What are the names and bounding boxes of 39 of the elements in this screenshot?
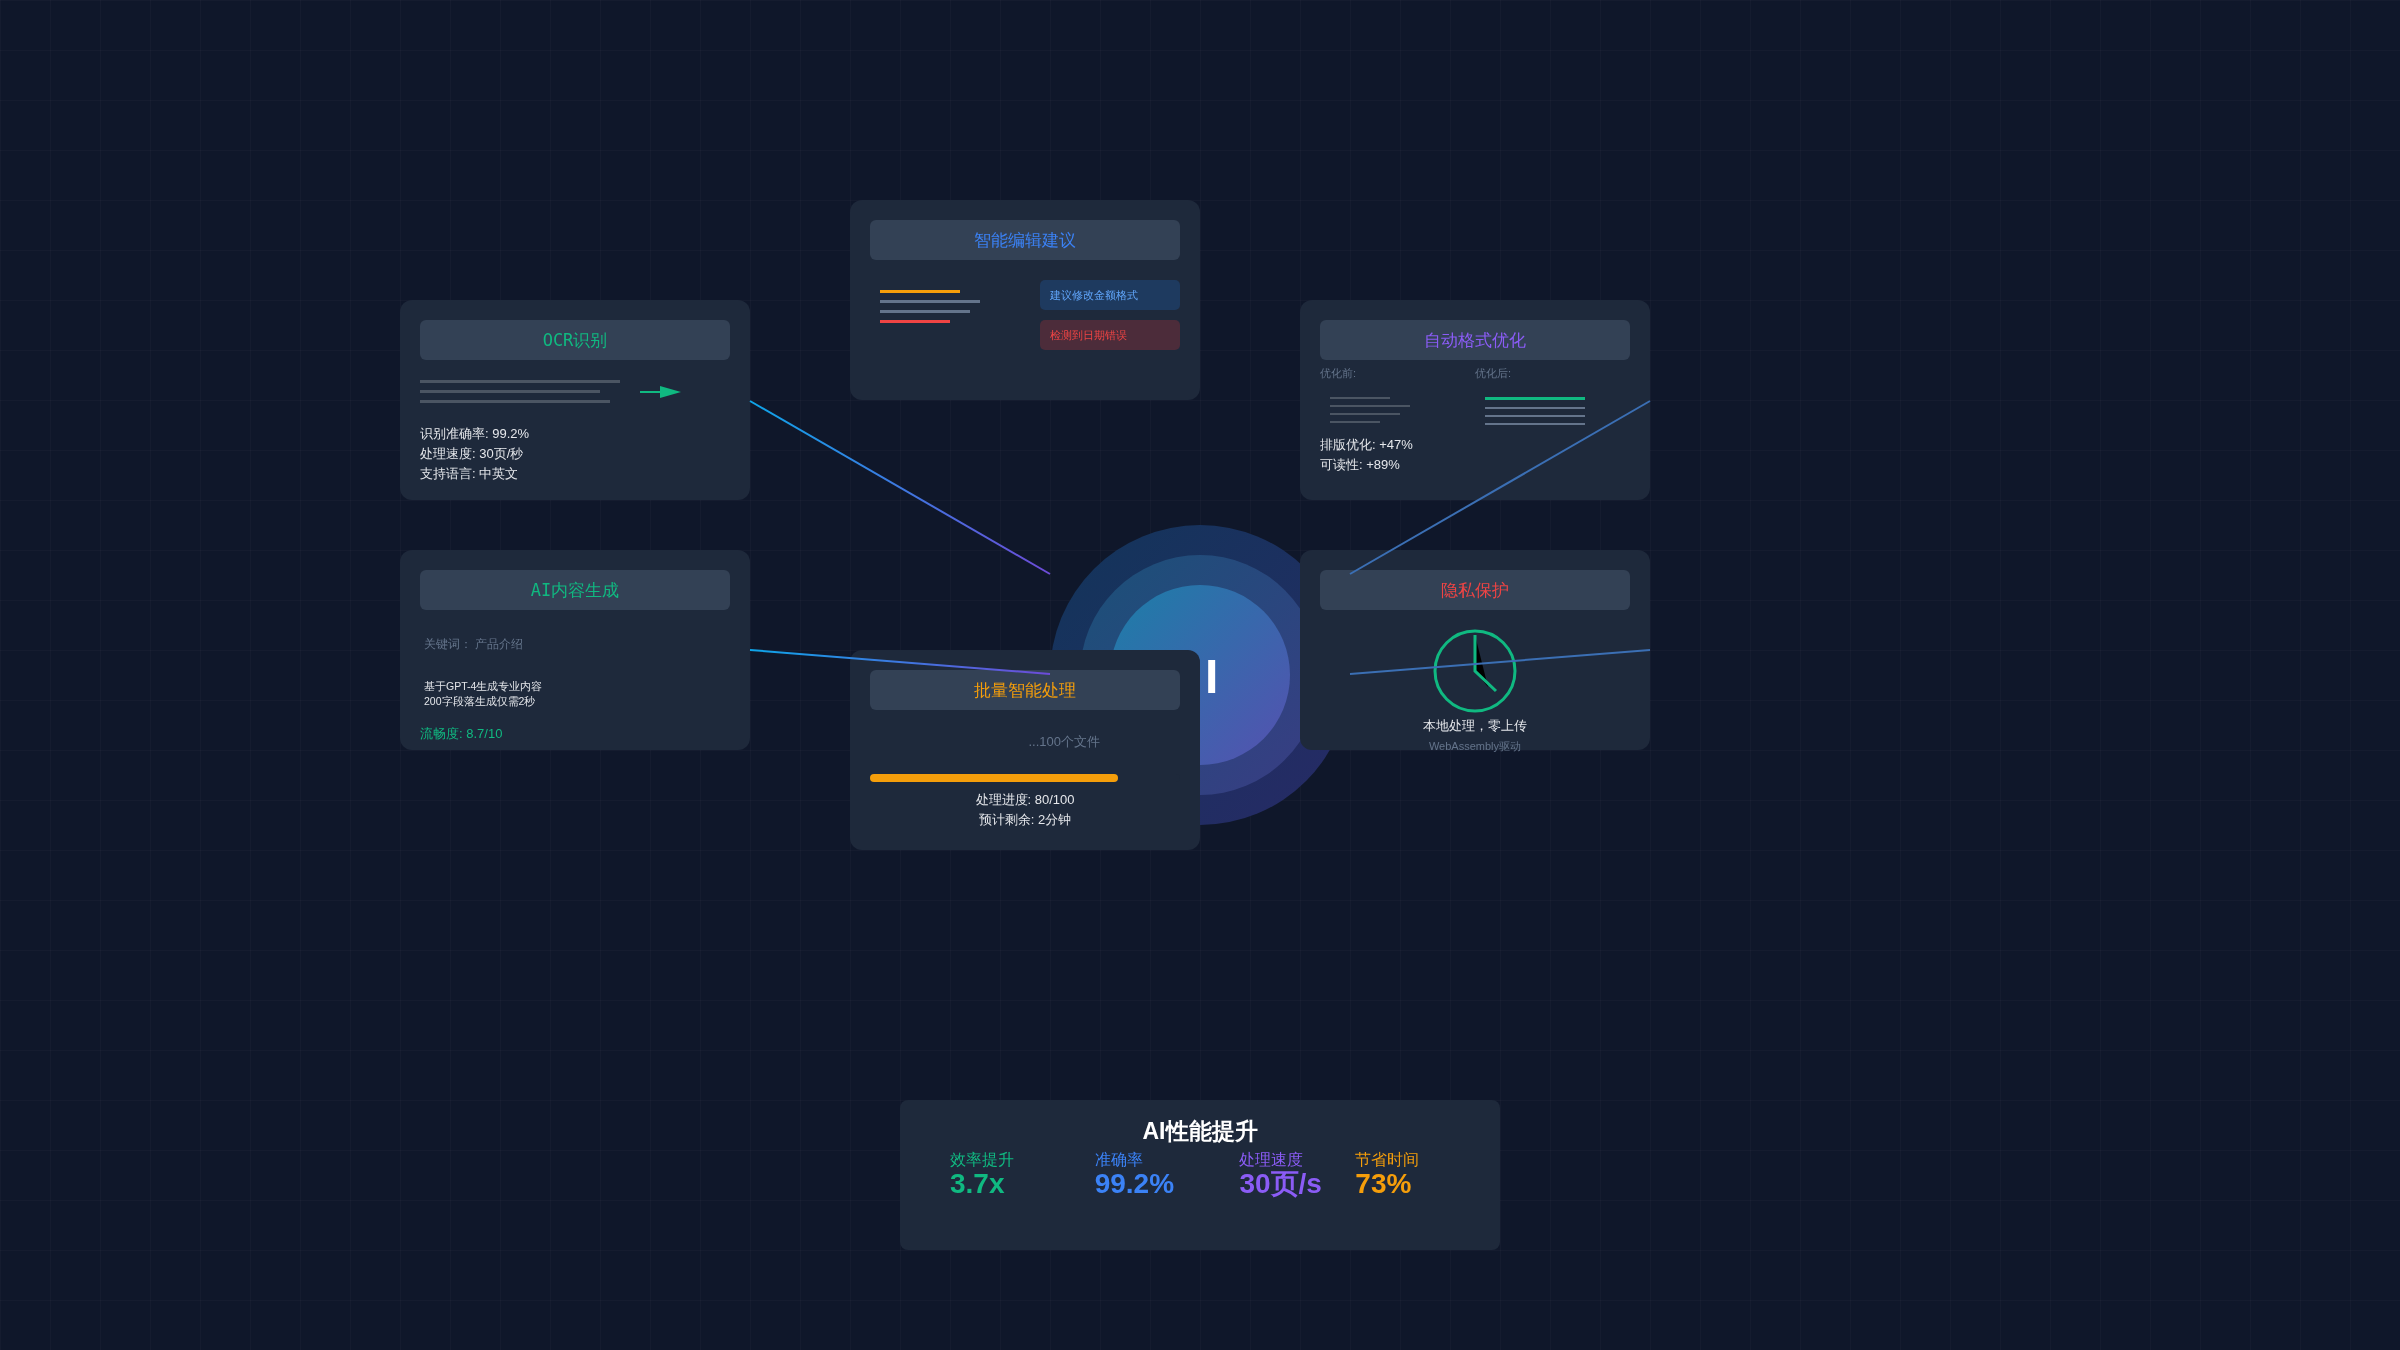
metric-label: 处理速度 xyxy=(1239,1151,1305,1169)
hub-label: I xyxy=(1205,649,1219,704)
metric-value: 3.7x xyxy=(950,1169,1006,1199)
card-title: 自动格式优化 xyxy=(1320,320,1630,360)
suggestion-tag: 建议修改金额格式 xyxy=(1040,280,1180,310)
card-title: 隐私保护 xyxy=(1320,570,1630,610)
stat-text: 预计剩余: 2分钟 xyxy=(978,811,1072,829)
engine-caption: WebAssembly驱动 xyxy=(1428,739,1522,754)
stat-text: 排版优化: +47% xyxy=(1320,436,1413,454)
fluency-score: 流畅度: 8.7/10 xyxy=(420,725,504,743)
privacy-caption: 本地处理，零上传 xyxy=(1423,717,1527,735)
stat-text: 支持语言: 中英文 xyxy=(420,465,519,483)
clock-icon xyxy=(1433,629,1517,713)
card-title: OCR识别 xyxy=(420,320,730,360)
metric-label: 节省时间 xyxy=(1355,1151,1421,1169)
generated-text: 基于GPT-4生成专业内容 200字段落生成仅需2秒 xyxy=(424,679,544,709)
card-title: 批量智能处理 xyxy=(870,670,1180,710)
keyword-text: 关键词： 产品介绍 xyxy=(424,636,525,653)
after-label: 优化后: xyxy=(1475,366,1512,381)
metric-label: 效率提升 xyxy=(950,1151,1015,1169)
aligned-lines-icon xyxy=(1485,397,1587,425)
stat-text: 处理进度: 80/100 xyxy=(975,791,1075,809)
before-label: 优化前: xyxy=(1320,366,1357,381)
summary-title: AI性能提升 xyxy=(1142,1117,1258,1146)
messy-lines-icon xyxy=(1330,397,1412,425)
card-title: AI内容生成 xyxy=(420,570,730,610)
metric-value: 99.2% xyxy=(1094,1169,1176,1199)
arrow-icon xyxy=(640,385,682,399)
text-lines-icon xyxy=(420,380,622,404)
stat-text: 处理速度: 30页/秒 xyxy=(420,445,524,463)
file-count: ...100个文件 xyxy=(1028,733,1100,751)
stat-text: 识别准确率: 99.2% xyxy=(420,425,530,443)
suggestion-tag: 检测到日期错误 xyxy=(1040,320,1180,350)
stat-text: 可读性: +89% xyxy=(1320,456,1400,474)
metric-label: 准确率 xyxy=(1094,1151,1144,1169)
card-title: 智能编辑建议 xyxy=(870,220,1180,260)
metric-value: 73% xyxy=(1355,1169,1413,1199)
metric-value: 30页/s xyxy=(1239,1169,1323,1199)
text-lines-icon xyxy=(880,290,982,326)
